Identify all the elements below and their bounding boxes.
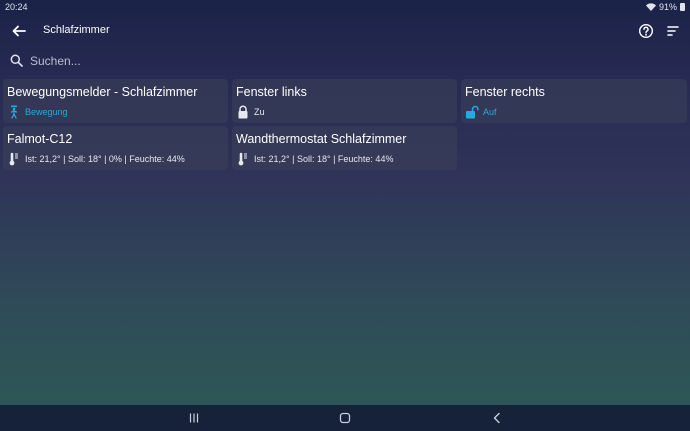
battery-icon xyxy=(680,3,685,11)
status-right: 91% xyxy=(645,2,685,12)
search-input[interactable] xyxy=(30,51,670,71)
recent-apps-icon[interactable] xyxy=(186,410,202,426)
home-icon[interactable] xyxy=(337,410,353,426)
wifi-icon xyxy=(645,3,656,11)
back-arrow-icon[interactable] xyxy=(10,22,28,40)
card-title: Fenster links xyxy=(236,85,307,99)
status-bar: 20:24 91% xyxy=(0,0,690,14)
card-fenster-rechts[interactable]: Fenster rechts Auf xyxy=(461,79,687,123)
card-state: Ist: 21,2° | Soll: 18° | Feuchte: 44% xyxy=(254,154,394,164)
lock-open-icon xyxy=(466,105,479,119)
sort-filter-icon[interactable] xyxy=(665,23,681,39)
search-bar xyxy=(0,48,690,74)
card-state: Zu xyxy=(254,107,265,117)
card-falmot-c12[interactable]: Falmot-C12 Ist: 21,2° | Soll: 18° | 0% |… xyxy=(3,126,228,170)
thermometer-icon xyxy=(238,152,247,166)
help-icon[interactable] xyxy=(638,23,654,39)
card-title: Bewegungsmelder - Schlafzimmer xyxy=(7,85,198,99)
card-state: Bewegung xyxy=(25,107,68,117)
card-state: Auf xyxy=(483,107,497,117)
system-nav-bar xyxy=(0,405,690,431)
nav-back-icon[interactable] xyxy=(489,410,505,426)
motion-sensor-icon xyxy=(10,105,18,119)
thermometer-icon xyxy=(9,152,18,166)
search-icon xyxy=(10,54,23,67)
page-title: Schlafzimmer xyxy=(43,24,110,36)
status-time: 20:24 xyxy=(5,2,28,12)
lock-closed-icon xyxy=(238,105,248,119)
app-bar: Schlafzimmer xyxy=(0,14,690,48)
card-title: Fenster rechts xyxy=(465,85,545,99)
card-fenster-links[interactable]: Fenster links Zu xyxy=(232,79,457,123)
card-bewegungsmelder[interactable]: Bewegungsmelder - Schlafzimmer Bewegung xyxy=(3,79,228,123)
card-state: Ist: 21,2° | Soll: 18° | 0% | Feuchte: 4… xyxy=(25,154,185,164)
card-title: Falmot-C12 xyxy=(7,132,73,146)
card-wandthermostat[interactable]: Wandthermostat Schlafzimmer Ist: 21,2° |… xyxy=(232,126,457,170)
card-title: Wandthermostat Schlafzimmer xyxy=(236,132,407,146)
battery-percent: 91% xyxy=(658,2,677,12)
